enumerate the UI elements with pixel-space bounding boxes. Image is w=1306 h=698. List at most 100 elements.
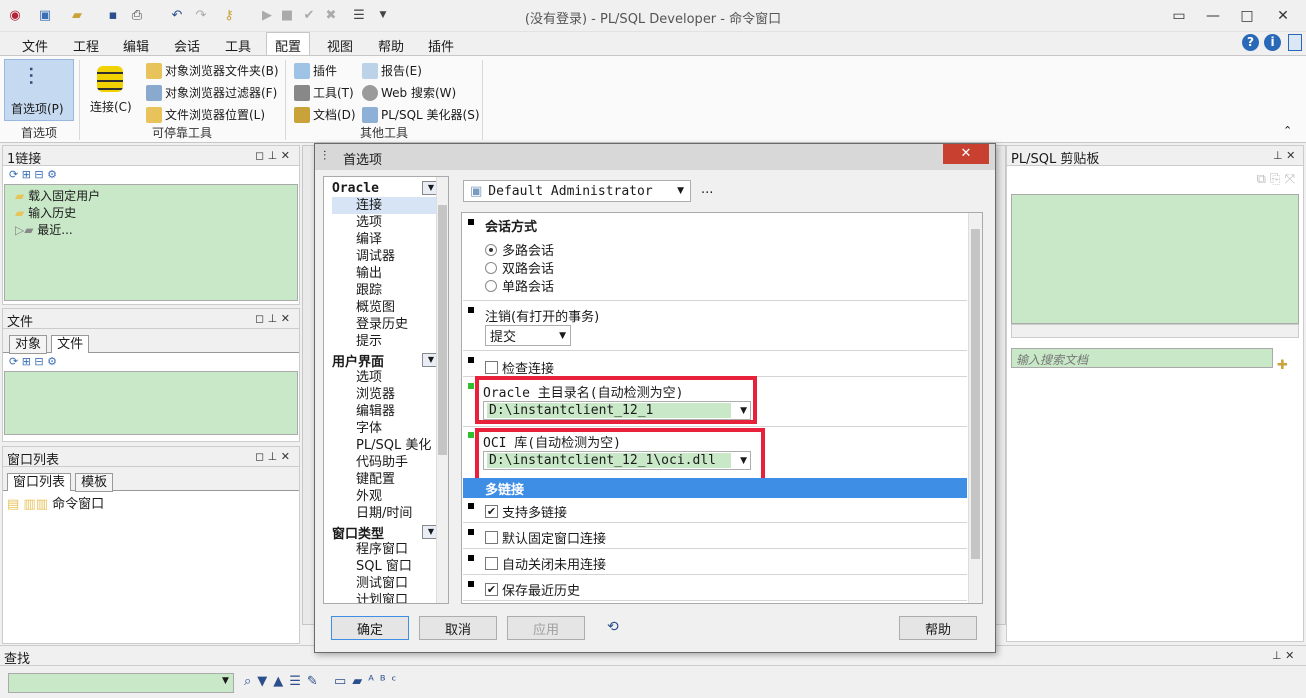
undo-icon[interactable]: ↶ — [168, 6, 186, 24]
new-icon[interactable]: ▣ — [36, 6, 54, 24]
nav-item[interactable]: 代码助手 — [332, 454, 440, 471]
nav-item[interactable]: 外观 — [332, 488, 440, 505]
dock-item-ob-folder[interactable]: 对象浏览器文件夹(B) — [146, 62, 279, 79]
nav-item[interactable]: SQL 窗口 — [332, 558, 440, 575]
nav-item[interactable]: 程序窗口 — [332, 541, 440, 558]
find-dropdown-icon[interactable]: ▼ — [222, 676, 229, 686]
ribbon-collapse-icon[interactable]: ⌃ — [1283, 124, 1292, 137]
settings-scrollbar[interactable] — [968, 213, 982, 603]
qa-dropdown-icon[interactable]: ▼ — [374, 6, 392, 24]
beautifier-button[interactable]: PL/SQL 美化器(S) — [362, 106, 480, 123]
nav-item[interactable]: 调试器 — [332, 248, 440, 265]
nav-item[interactable]: 选项 — [332, 369, 440, 386]
new-document-icon[interactable]: ✚ — [1277, 358, 1288, 373]
prefs-button[interactable]: ⫶ 首选项(P) — [4, 59, 74, 121]
radio-single-session[interactable]: 单路会话 — [485, 276, 554, 295]
panel-pin-icon[interactable]: ◻ ⊥ ✕ — [255, 450, 290, 463]
nav-item[interactable]: 日期/时间 — [332, 505, 440, 522]
restore-small-icon[interactable]: ▭ — [1162, 0, 1196, 32]
panel-pin-icon[interactable]: ◻ ⊥ ✕ — [255, 149, 290, 162]
menu-config[interactable]: 配置 — [266, 32, 311, 55]
minimize-icon[interactable]: — — [1196, 0, 1230, 32]
nav-item[interactable]: 键配置 — [332, 471, 440, 488]
execute-icon[interactable]: ▶ — [258, 6, 276, 24]
menu-plugins[interactable]: 插件 — [428, 36, 454, 55]
nav-item[interactable]: 连接 — [332, 197, 440, 214]
panel-pin-icon[interactable]: ⊥ ✕ — [1273, 149, 1295, 162]
menu-session[interactable]: 会话 — [174, 36, 200, 55]
close-icon[interactable]: ✕ — [1266, 0, 1300, 32]
info-icon[interactable]: i — [1264, 34, 1281, 51]
nav-item[interactable]: PL/SQL 美化 — [332, 437, 440, 454]
nav-item[interactable]: 计划窗口 — [332, 592, 440, 603]
tree-item[interactable]: ▷▰ 最近... — [15, 221, 287, 238]
redo-icon[interactable]: ↷ — [192, 6, 210, 24]
tab-templates[interactable]: 模板 — [75, 473, 114, 492]
panel-toolbar[interactable]: ⟳ ⊞ ⊟ ⚙ — [3, 166, 299, 184]
dock-item-ob-filter[interactable]: 对象浏览器过滤器(F) — [146, 84, 277, 101]
open-icon[interactable]: ▰ — [68, 6, 86, 24]
tree-item[interactable]: ▰ 载入固定用户 — [15, 187, 287, 204]
menu-project[interactable]: 工程 — [73, 36, 99, 55]
profile-select[interactable]: ▣ Default Administrator ▼ — [463, 180, 691, 202]
radio-dual-session[interactable]: 双路会话 — [485, 258, 554, 277]
break-icon[interactable]: ■ — [278, 6, 296, 24]
save-icon[interactable]: ▪ — [104, 6, 122, 24]
profile-more-button[interactable]: ... — [701, 182, 713, 197]
refresh-icon[interactable]: ⟲ — [607, 619, 619, 635]
panel-pin-icon[interactable]: ⊥ ✕ — [1272, 649, 1294, 662]
nav-item[interactable]: 跟踪 — [332, 282, 440, 299]
find-input[interactable] — [8, 673, 234, 693]
dialog-close-icon[interactable]: ✕ — [943, 144, 989, 164]
logoff-select[interactable]: 提交 ▼ — [485, 325, 571, 346]
apply-button[interactable]: 应用 — [507, 616, 585, 640]
menu-tools[interactable]: 工具 — [225, 36, 251, 55]
tools-button[interactable]: 工具(T) — [294, 84, 354, 101]
tab-objects[interactable]: 对象 — [9, 335, 48, 354]
option-row[interactable]: ✔ 保存最近历史 — [485, 580, 580, 599]
nav-group-header[interactable]: 窗口类型 ▼ — [332, 523, 440, 542]
key-icon[interactable]: ⚷ — [220, 6, 238, 24]
horizontal-scrollbar[interactable] — [1011, 324, 1299, 338]
commit-icon[interactable]: ✔ — [300, 6, 318, 24]
radio-multi-session[interactable]: 多路会话 — [485, 240, 554, 259]
menu-edit[interactable]: 编辑 — [123, 36, 149, 55]
nav-item[interactable]: 编辑器 — [332, 403, 440, 420]
dock-item-file-location[interactable]: 文件浏览器位置(L) — [146, 106, 265, 123]
nav-item[interactable]: 选项 — [332, 214, 440, 231]
menu-file[interactable]: 文件 — [22, 36, 48, 55]
option-row[interactable]: ✔ 支持多链接 — [485, 502, 567, 521]
window-list-item[interactable]: ▤ ▥▥ 命令窗口 — [3, 491, 299, 514]
nav-item[interactable]: 字体 — [332, 420, 440, 437]
prefs-small-icon[interactable]: ☰ — [350, 6, 368, 24]
nav-scrollbar[interactable] — [436, 177, 448, 603]
option-row[interactable]: 默认固定窗口连接 — [485, 528, 606, 547]
clipboard-search-input[interactable]: 输入搜索文档 — [1011, 348, 1273, 368]
help-icon[interactable]: ? — [1242, 34, 1259, 51]
menu-view[interactable]: 视图 — [327, 36, 353, 55]
nav-item[interactable]: 登录历史 — [332, 316, 440, 333]
web-search-button[interactable]: Web 搜索(W) — [362, 84, 456, 101]
nav-item[interactable]: 提示 — [332, 333, 440, 350]
nav-item[interactable]: 测试窗口 — [332, 575, 440, 592]
nav-group-header[interactable]: 用户界面 ▼ — [332, 351, 440, 370]
panel-pin-icon[interactable]: ◻ ⊥ ✕ — [255, 312, 290, 325]
clipboard-toolbar[interactable]: ⧉ ⎘ ⤧ — [1007, 166, 1303, 194]
docs-button[interactable]: 文档(D) — [294, 106, 356, 123]
find-toolbar[interactable]: ⌕▼▲☰✎ ▭▰ᴬᴮᶜ — [244, 674, 402, 689]
connect-button[interactable]: 连接(C) — [86, 62, 136, 120]
tree-item[interactable]: ▰ 输入历史 — [15, 204, 287, 221]
help-button[interactable]: 帮助 — [899, 616, 977, 640]
report-button[interactable]: 报告(E) — [362, 62, 422, 79]
maximize-icon[interactable]: □ — [1230, 0, 1264, 32]
rollback-icon[interactable]: ✖ — [322, 6, 340, 24]
nav-item[interactable]: 浏览器 — [332, 386, 440, 403]
ok-button[interactable]: 确定 — [331, 616, 409, 640]
layout-icon[interactable] — [1288, 34, 1302, 51]
nav-item[interactable]: 概览图 — [332, 299, 440, 316]
nav-group-header[interactable]: Oracle ▼ — [332, 179, 440, 197]
tab-window-list[interactable]: 窗口列表 — [7, 473, 72, 491]
option-row[interactable]: 自动关闭未用连接 — [485, 554, 606, 573]
print-icon[interactable]: ⎙ — [128, 6, 146, 24]
panel-toolbar[interactable]: ⟳ ⊞ ⊟ ⚙ — [3, 353, 299, 371]
